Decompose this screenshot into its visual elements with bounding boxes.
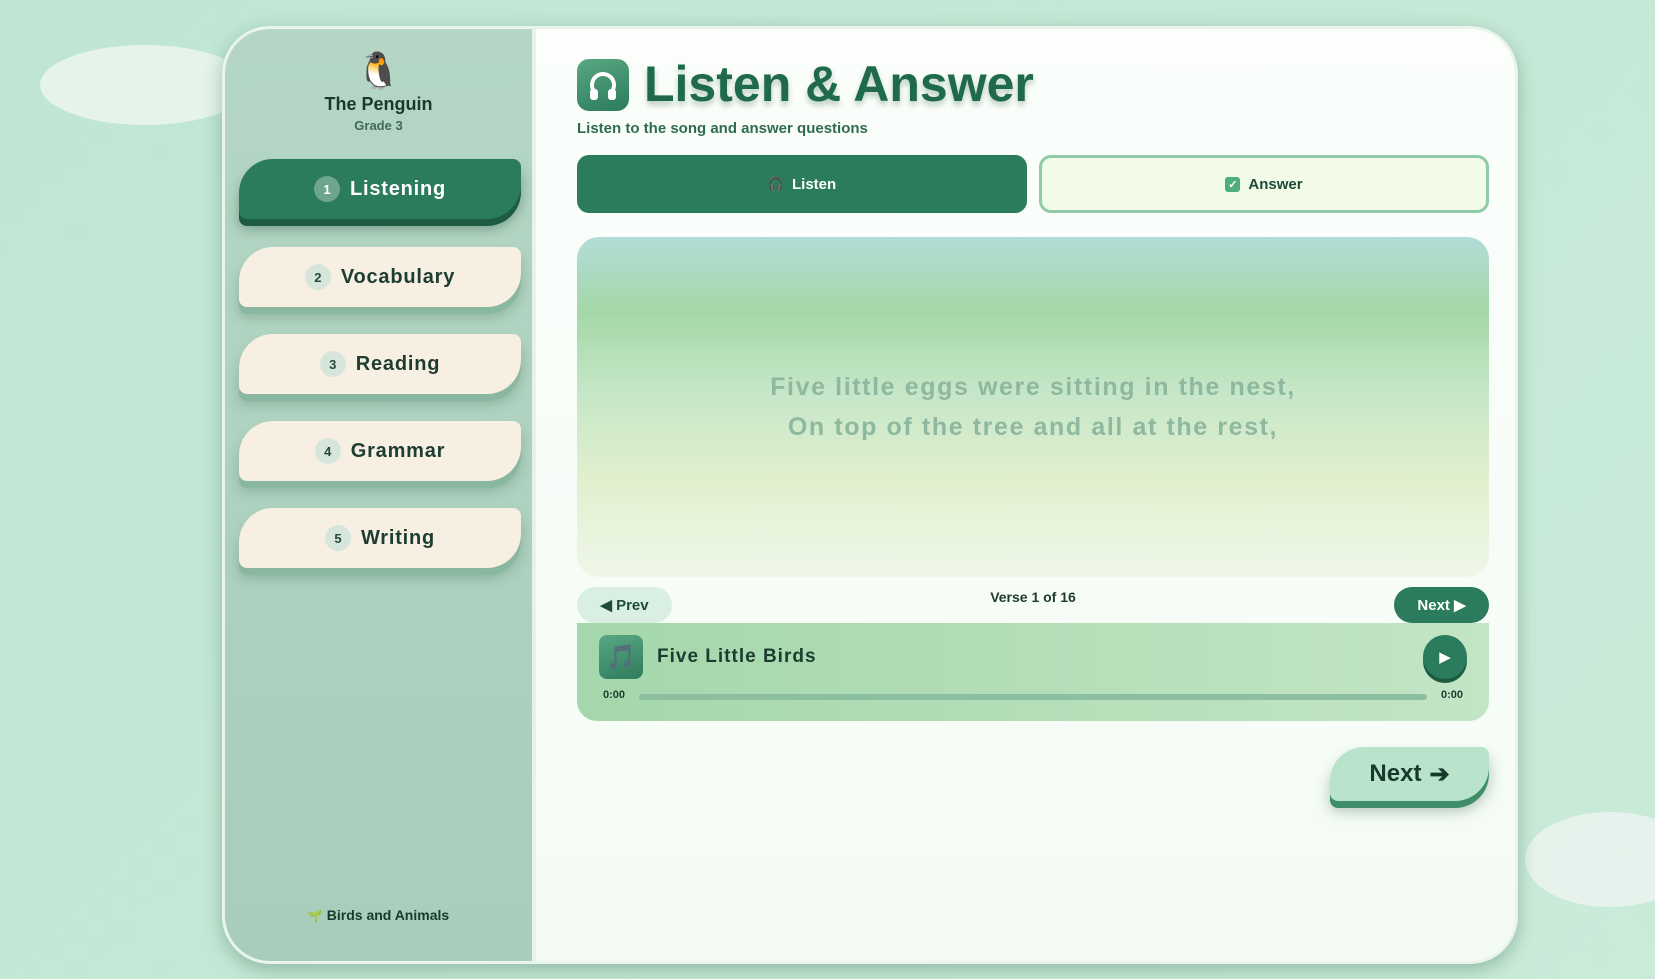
tab-listen[interactable]: 🎧 Listen xyxy=(577,155,1027,213)
step-number: 1 xyxy=(313,176,340,202)
tab-label: Answer xyxy=(1248,175,1303,193)
sidebar-item-label: Vocabulary xyxy=(340,265,456,288)
sidebar-item-label: Listening xyxy=(349,177,447,200)
sidebar-item-vocabulary[interactable]: 2 Vocabulary xyxy=(239,247,521,307)
audio-player: 🎵 Five Little Birds ▶ 0:00 0:00 xyxy=(577,623,1489,721)
sidebar-item-label: Writing xyxy=(360,526,436,549)
step-number: 2 xyxy=(304,264,331,290)
step-number: 3 xyxy=(319,351,346,377)
sidebar-item-reading[interactable]: 3 Reading xyxy=(239,334,521,394)
next-button[interactable]: Next ➔ xyxy=(1330,747,1489,801)
play-button[interactable]: ▶ xyxy=(1423,635,1467,679)
sidebar-item-listening[interactable]: 1 Listening xyxy=(239,159,521,219)
progress-bar[interactable] xyxy=(639,694,1427,700)
next-button-label: Next xyxy=(1369,760,1422,787)
step-number: 4 xyxy=(314,438,341,464)
next-verse-button[interactable]: Next ▶ xyxy=(1394,587,1489,623)
book-title: The Penguin xyxy=(324,94,433,114)
sidebar-item-label: Grammar xyxy=(350,439,446,462)
headphones-icon xyxy=(577,59,629,111)
unit-label: 🌱 Birds and Animals xyxy=(225,907,532,923)
music-note-icon: 🎵 xyxy=(599,635,643,679)
sidebar-item-label: Reading xyxy=(355,352,441,375)
total-time: 0:00 xyxy=(1440,689,1463,701)
grade-label: Grade 3 xyxy=(354,118,403,133)
lyrics-panel: Five little eggs were sitting in the nes… xyxy=(577,237,1489,577)
sidebar-item-writing[interactable]: 5 Writing xyxy=(239,508,521,568)
tab-label: Listen xyxy=(792,175,837,193)
arrow-right-icon: ➔ xyxy=(1429,760,1450,788)
unit-label-text: Birds and Animals xyxy=(326,907,450,923)
current-time: 0:00 xyxy=(603,689,626,701)
page-title: Listen & Answer xyxy=(644,56,1034,112)
main-content: Listen & Answer Listen to the song and a… xyxy=(536,29,1515,961)
sidebar: 🐧 The Penguin Grade 3 1 Listening 2 Voca… xyxy=(225,29,536,961)
sidebar-item-grammar[interactable]: 4 Grammar xyxy=(239,421,521,481)
penguin-icon: 🐧 xyxy=(356,50,401,91)
verse-counter: Verse 1 of 16 xyxy=(990,589,1076,605)
lyric-line: Five little eggs were sitting in the nes… xyxy=(770,373,1296,401)
song-title: Five Little Birds xyxy=(657,646,817,667)
background-cloud xyxy=(1525,812,1655,907)
lyric-line: On top of the tree and all at the rest, xyxy=(787,413,1279,441)
headphones-icon: 🎧 xyxy=(767,176,784,191)
tab-answer[interactable]: ✓ Answer xyxy=(1039,155,1489,213)
step-number: 5 xyxy=(324,525,351,551)
page-subtitle: Listen to the song and answer questions xyxy=(577,120,868,137)
sprout-icon: 🌱 xyxy=(307,909,323,923)
background-cloud xyxy=(40,45,250,125)
app-window: 🐧 The Penguin Grade 3 1 Listening 2 Voca… xyxy=(222,26,1518,964)
checkbox-icon: ✓ xyxy=(1225,176,1241,192)
